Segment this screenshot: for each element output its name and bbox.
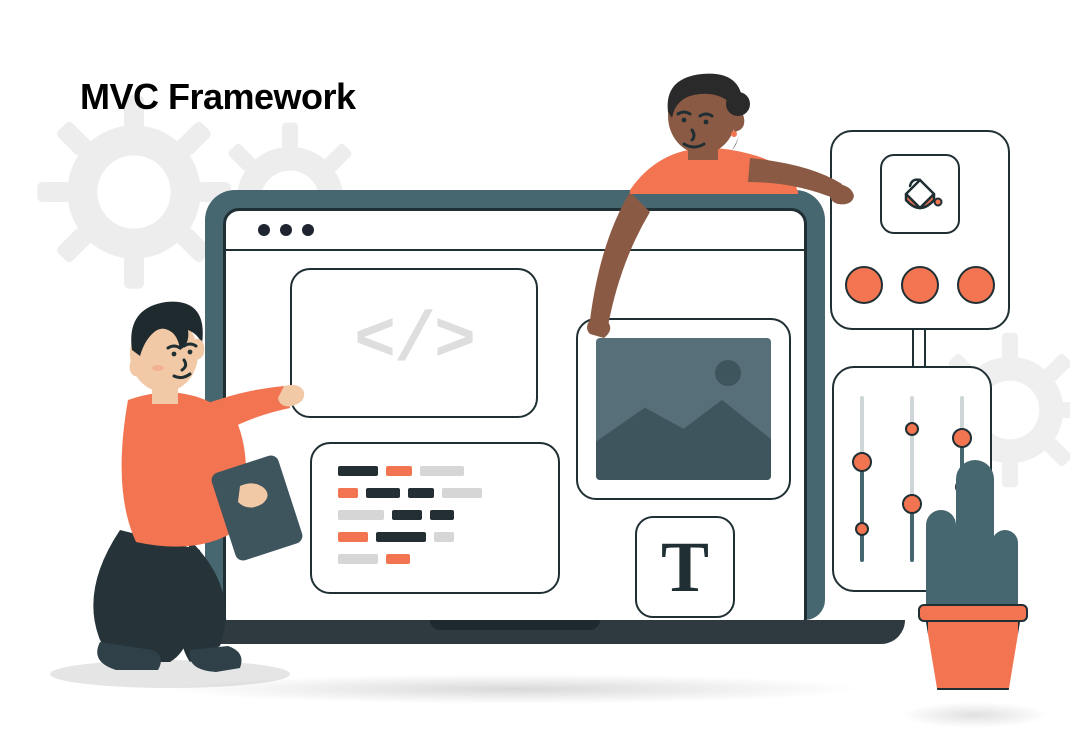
code-bar-row (338, 488, 532, 498)
paint-bucket-icon (880, 154, 960, 234)
code-tag-icon: </> (354, 322, 474, 364)
slider-knob (855, 522, 869, 536)
connector-stem (912, 330, 926, 366)
code-bar-segment (434, 532, 454, 542)
slider-track (860, 396, 864, 562)
code-bar-segment (376, 532, 426, 542)
code-bar-segment (420, 466, 464, 476)
code-bar-row (338, 532, 532, 542)
gear-icon (34, 92, 234, 292)
slider-knob (852, 452, 872, 472)
typography-card: T (635, 516, 735, 618)
code-bar-row (338, 554, 532, 564)
plant-pot (918, 604, 1028, 690)
slider-knob (952, 428, 972, 448)
code-bar-segment (392, 510, 422, 520)
code-bar-segment (386, 554, 410, 564)
person-right-illustration (560, 72, 880, 352)
person-left-illustration (40, 290, 360, 690)
code-bar-segment (430, 510, 454, 520)
image-placeholder-icon (596, 338, 771, 480)
window-dot (280, 224, 292, 236)
code-bar-segment (408, 488, 434, 498)
slider-knob (905, 422, 919, 436)
color-swatch (957, 266, 995, 304)
cactus-plant-decoration (890, 480, 1050, 710)
page-title: MVC Framework (80, 76, 356, 118)
code-bar-row (338, 510, 532, 520)
code-bar-segment (366, 488, 400, 498)
code-bar-segment (442, 488, 482, 498)
window-dot (302, 224, 314, 236)
window-dot (258, 224, 270, 236)
typography-letter-icon: T (661, 531, 709, 603)
code-bar-segment (386, 466, 412, 476)
code-bar-row (338, 466, 532, 476)
color-swatch (901, 266, 939, 304)
